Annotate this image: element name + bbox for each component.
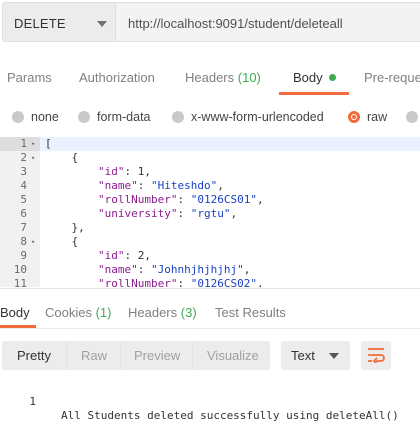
tab-body-label: Body bbox=[293, 70, 323, 85]
radio-dot-icon bbox=[78, 111, 90, 123]
code-line: 2 ▾ { bbox=[0, 151, 420, 165]
code-text: [ bbox=[45, 137, 52, 150]
response-tab-headers-count: (3) bbox=[180, 305, 197, 320]
chevron-down-icon bbox=[329, 353, 339, 359]
response-tab-cookies-count: (1) bbox=[95, 305, 112, 320]
radio-form-data-label: form-data bbox=[97, 110, 151, 124]
url-input[interactable]: http://localhost:9091/student/deleteall bbox=[116, 2, 420, 42]
code-text: { bbox=[71, 235, 79, 248]
radio-none-label: none bbox=[31, 110, 59, 124]
radio-dot-icon bbox=[406, 111, 418, 123]
radio-urlencoded-label: x-www-form-urlencoded bbox=[191, 110, 324, 124]
visualize-button[interactable]: Visualize bbox=[207, 348, 259, 363]
response-tab-test-results[interactable]: Test Results bbox=[215, 305, 286, 320]
tab-prerequest[interactable]: Pre-reque bbox=[364, 70, 420, 85]
tab-authorization[interactable]: Authorization bbox=[79, 70, 155, 85]
request-tabs: Params Authorization Headers (10) Body P… bbox=[0, 56, 420, 96]
modified-dot-icon bbox=[328, 74, 336, 81]
line-number: 2 bbox=[20, 151, 27, 164]
view-mode-segments: Pretty Raw Preview Visualize bbox=[2, 341, 270, 370]
fold-toggle-icon[interactable]: ▾ bbox=[31, 235, 35, 249]
radio-dot-icon bbox=[172, 111, 184, 123]
tab-headers-count: (10) bbox=[237, 70, 261, 85]
code-line: 3 "id": 1, bbox=[0, 165, 420, 179]
code-line: 5 "rollNumber": "0126CS01", bbox=[0, 193, 420, 207]
tab-body[interactable]: Body bbox=[293, 70, 336, 85]
code-line: 11 "rollNumber": "0126CS02", bbox=[0, 277, 420, 287]
active-tab-indicator bbox=[279, 92, 349, 95]
line-number: 8 bbox=[20, 235, 27, 248]
radio-selected-icon bbox=[348, 111, 360, 123]
code-line: 9 "id": 2, bbox=[0, 249, 420, 263]
line-number: 9 bbox=[20, 249, 27, 262]
format-label: Text bbox=[291, 348, 315, 363]
method-select[interactable]: DELETE bbox=[2, 2, 116, 42]
request-body-editor[interactable]: 1 ▾[2 ▾ {3 "id": 1, 4 "name": "Hiteshdo", 5 … bbox=[0, 137, 420, 287]
chevron-down-icon bbox=[97, 21, 107, 27]
code-line: 7 }, bbox=[0, 221, 420, 235]
fold-toggle-icon[interactable]: ▾ bbox=[31, 151, 35, 165]
line-number: 7 bbox=[20, 221, 27, 234]
response-tabs-divider bbox=[0, 328, 420, 329]
segment-divider bbox=[192, 341, 193, 370]
pretty-button[interactable]: Pretty bbox=[17, 348, 51, 363]
code-text: "name": "Hiteshdo", bbox=[97, 179, 224, 192]
line-number: 5 bbox=[20, 193, 27, 206]
response-tab-cookies[interactable]: Cookies (1) bbox=[45, 305, 111, 320]
code-text: }, bbox=[71, 221, 85, 234]
segment-divider bbox=[66, 341, 67, 370]
line-number: 3 bbox=[20, 165, 27, 178]
line-number: 10 bbox=[13, 263, 27, 276]
response-body-line: 1 All Students deleted successfully usin… bbox=[0, 381, 420, 422]
line-number: 6 bbox=[20, 207, 27, 220]
fold-toggle-icon[interactable]: ▾ bbox=[31, 137, 35, 151]
format-select[interactable]: Text bbox=[281, 341, 350, 370]
url-text: http://localhost:9091/student/deleteall bbox=[128, 16, 343, 31]
response-tab-cookies-label: Cookies bbox=[45, 305, 92, 320]
code-line: 1 ▾ [ bbox=[0, 137, 420, 151]
code-line: 4 "name": "Hiteshdo", bbox=[0, 179, 420, 193]
code-line: 8 ▾ { bbox=[0, 235, 420, 249]
code-text: "id": 2, bbox=[97, 249, 151, 262]
line-number: 11 bbox=[13, 277, 27, 287]
raw-button[interactable]: Raw bbox=[81, 348, 107, 363]
wrap-lines-icon bbox=[368, 348, 385, 363]
body-type-radios: none form-data x-www-form-urlencoded raw bbox=[0, 104, 420, 130]
radio-raw-label: raw bbox=[367, 110, 388, 124]
response-tab-headers-label: Headers bbox=[128, 305, 178, 320]
tab-params[interactable]: Params bbox=[7, 70, 52, 85]
code-text: "name": "Johnhjhjhjhj", bbox=[97, 263, 251, 276]
response-tabs: Body Cookies (1) Headers (3) Test Result… bbox=[0, 296, 420, 328]
code-line: 10 "name": "Johnhjhjhjhj", bbox=[0, 263, 420, 277]
line-number: 1 bbox=[20, 137, 27, 150]
response-line-number: 1 bbox=[29, 395, 36, 408]
method-label: DELETE bbox=[14, 16, 66, 31]
response-tab-body[interactable]: Body bbox=[0, 305, 30, 320]
code-line: 6 "university": "rgtu", bbox=[0, 207, 420, 221]
code-text: { bbox=[71, 151, 79, 164]
radio-dot-icon bbox=[12, 111, 24, 123]
response-body-text: All Students deleted successfully using … bbox=[61, 409, 399, 422]
response-tab-headers[interactable]: Headers (3) bbox=[128, 305, 197, 320]
code-text: "id": 1, bbox=[97, 165, 151, 178]
code-text: "rollNumber": "0126CS02", bbox=[97, 277, 264, 287]
code-text: "university": "rgtu", bbox=[97, 207, 238, 220]
code-text: "rollNumber": "0126CS01", bbox=[97, 193, 264, 206]
tab-headers[interactable]: Headers (10) bbox=[185, 70, 261, 85]
wrap-lines-button[interactable] bbox=[361, 341, 391, 370]
pane-divider[interactable] bbox=[0, 288, 420, 289]
tab-headers-label: Headers bbox=[185, 70, 235, 85]
preview-button[interactable]: Preview bbox=[134, 348, 180, 363]
segment-divider bbox=[120, 341, 121, 370]
line-number: 4 bbox=[20, 179, 27, 192]
